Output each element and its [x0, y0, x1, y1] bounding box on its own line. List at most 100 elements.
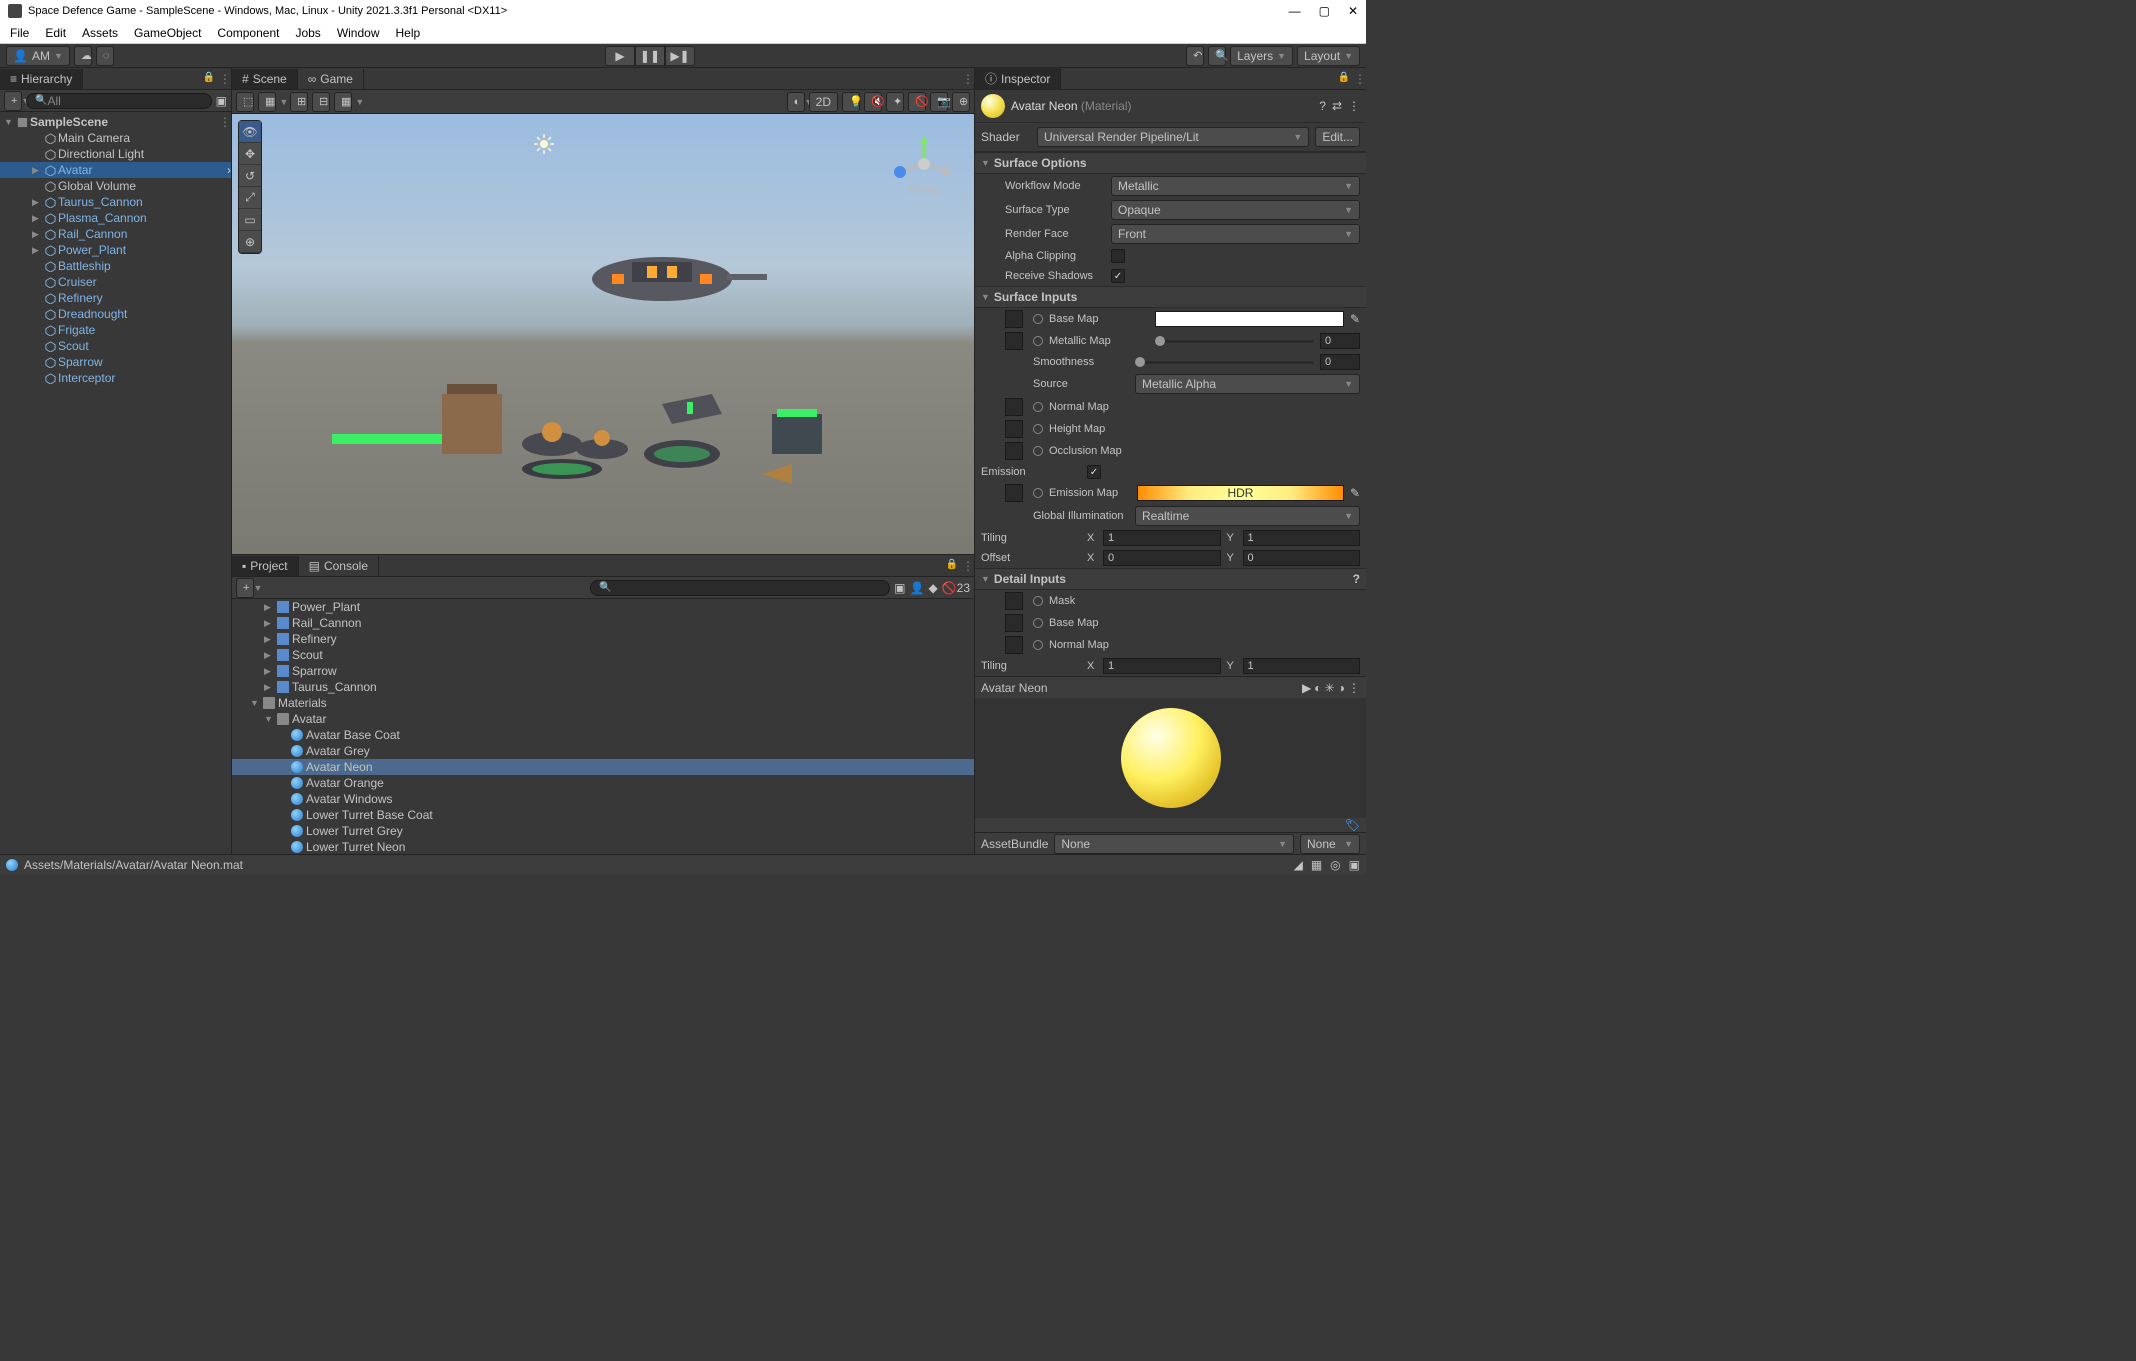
emission-checkbox[interactable] [1087, 465, 1101, 479]
section-surface-inputs[interactable]: ▼Surface Inputs [975, 286, 1366, 308]
picker-icon[interactable] [1033, 640, 1043, 650]
preview-light-icon[interactable]: ✳ [1325, 681, 1335, 695]
hierarchy-item[interactable]: ▶Plasma_Cannon [0, 210, 231, 226]
create-dropdown[interactable]: +▼ [236, 578, 254, 598]
gizmos-button[interactable]: ⊕▼ [952, 92, 970, 112]
hierarchy-item[interactable]: ▶Taurus_Cannon [0, 194, 231, 210]
shader-dropdown[interactable]: Universal Render Pipeline/Lit▼ [1037, 127, 1309, 147]
status-icon-1[interactable]: ◢ [1294, 858, 1303, 872]
smoothness-value[interactable]: 0 [1320, 354, 1360, 370]
pause-button[interactable]: ❚❚ [635, 46, 665, 66]
tag-icon[interactable]: 🏷 [1345, 818, 1360, 832]
visibility-toggle[interactable]: 🚫 [908, 92, 926, 112]
minimize-button[interactable]: — [1289, 4, 1301, 18]
camera-button[interactable]: 📷▼ [930, 92, 948, 112]
emission-map-slot[interactable] [1005, 484, 1023, 502]
menu-gameobject[interactable]: GameObject [128, 24, 207, 42]
tab-hierarchy[interactable]: ≡Hierarchy [0, 69, 83, 89]
search-options-icon[interactable]: ▣ [216, 94, 227, 108]
metallic-slider[interactable] [1155, 340, 1314, 343]
normal-map-slot[interactable] [1005, 398, 1023, 416]
tab-project[interactable]: ▪Project [232, 556, 299, 576]
assetbundle-variant-dropdown[interactable]: None▼ [1300, 834, 1360, 854]
panel-menu-icon[interactable]: ⋮ [219, 72, 231, 86]
tab-inspector[interactable]: ⓘInspector [975, 67, 1061, 90]
lighting-toggle[interactable]: 💡 [842, 92, 860, 112]
project-item[interactable]: ▶Power_Plant [232, 599, 974, 615]
picker-icon[interactable] [1033, 402, 1043, 412]
detail-normal-map-slot[interactable] [1005, 636, 1023, 654]
occlusion-map-slot[interactable] [1005, 442, 1023, 460]
hierarchy-scene-row[interactable]: ▼SampleScene⋮ [0, 114, 231, 130]
account-button[interactable]: 👤AM▼ [6, 46, 70, 66]
search-button[interactable]: 🔍 [1208, 46, 1226, 66]
project-search[interactable]: 🔍 [590, 580, 890, 596]
project-item[interactable]: ▼Avatar [232, 711, 974, 727]
detail-tiling-x[interactable]: 1 [1103, 658, 1221, 674]
project-item[interactable]: Avatar Neon [232, 759, 974, 775]
section-surface-options[interactable]: ▼Surface Options [975, 152, 1366, 174]
snap-inc-button[interactable]: ⊟▼ [312, 92, 330, 112]
preview-play-icon[interactable]: ▶ [1302, 681, 1311, 695]
search-by-type-icon[interactable]: ▣ [894, 581, 905, 595]
menu-jobs[interactable]: Jobs [289, 24, 326, 42]
tab-game[interactable]: ∞Game [298, 69, 364, 89]
project-item[interactable]: Avatar Orange [232, 775, 974, 791]
project-item[interactable]: ▶Sparrow [232, 663, 974, 679]
close-button[interactable]: ✕ [1348, 4, 1358, 18]
hierarchy-item[interactable]: Cruiser [0, 274, 231, 290]
assetbundle-dropdown[interactable]: None▼ [1054, 834, 1294, 854]
metallic-map-slot[interactable] [1005, 332, 1023, 350]
base-map-slot[interactable] [1005, 310, 1023, 328]
tab-console[interactable]: ▤Console [299, 556, 379, 576]
orientation-gizmo[interactable]: Persp [892, 132, 956, 196]
picker-icon[interactable] [1033, 336, 1043, 346]
hierarchy-item[interactable]: ▶Avatar› [0, 162, 231, 178]
hierarchy-item[interactable]: Dreadnought [0, 306, 231, 322]
menu-icon[interactable]: ⋮ [1348, 99, 1360, 113]
help-icon[interactable]: ? [1353, 572, 1360, 586]
tool-dropdown[interactable]: ⬚▼ [236, 92, 254, 112]
receive-shadows-checkbox[interactable] [1111, 269, 1125, 283]
grid-button[interactable]: ▦▼ [334, 92, 352, 112]
panel-menu-icon[interactable]: ⋮ [962, 72, 974, 86]
project-item[interactable]: Avatar Base Coat [232, 727, 974, 743]
mask-slot[interactable] [1005, 592, 1023, 610]
fx-toggle[interactable]: ✦▼ [886, 92, 904, 112]
draw-mode-button[interactable]: ◐▼ [787, 92, 805, 112]
project-item[interactable]: Avatar Windows [232, 791, 974, 807]
base-map-color[interactable] [1155, 311, 1344, 327]
undo-button[interactable]: ↶ [1186, 46, 1204, 66]
undo-history-button[interactable]: ◌ [96, 46, 114, 66]
create-dropdown[interactable]: +▼ [4, 91, 22, 111]
hierarchy-item[interactable]: Refinery [0, 290, 231, 306]
project-item[interactable]: ▶Taurus_Cannon [232, 679, 974, 695]
tiling-x[interactable]: 1 [1103, 530, 1221, 546]
hierarchy-item[interactable]: Directional Light [0, 146, 231, 162]
move-tool[interactable]: ✥ [239, 143, 261, 165]
hidden-count-icon[interactable]: 🚫23 [942, 581, 970, 595]
detail-base-map-slot[interactable] [1005, 614, 1023, 632]
project-item[interactable]: Lower Turret Neon [232, 839, 974, 854]
picker-icon[interactable] [1033, 424, 1043, 434]
hierarchy-item[interactable]: ▶Rail_Cannon [0, 226, 231, 242]
project-item[interactable]: ▶Scout [232, 647, 974, 663]
picker-icon[interactable] [1033, 596, 1043, 606]
menu-file[interactable]: File [4, 24, 35, 42]
transform-tool[interactable]: ⊕ [239, 231, 261, 253]
menu-edit[interactable]: Edit [39, 24, 72, 42]
picker-icon[interactable] [1033, 446, 1043, 456]
preset-icon[interactable]: ⇄ [1332, 99, 1342, 113]
preview-menu-icon[interactable]: ⋮ [1348, 681, 1360, 695]
menu-assets[interactable]: Assets [76, 24, 124, 42]
render-face-dropdown[interactable]: Front▼ [1111, 224, 1360, 244]
pivot-button[interactable]: ▦▼ [258, 92, 276, 112]
picker-icon[interactable] [1033, 618, 1043, 628]
search-by-label-icon[interactable]: 👤 [910, 581, 925, 595]
lock-icon[interactable]: 🔒 [946, 559, 958, 573]
play-button[interactable]: ▶ [605, 46, 635, 66]
source-dropdown[interactable]: Metallic Alpha▼ [1135, 374, 1360, 394]
maximize-button[interactable]: ▢ [1319, 4, 1330, 18]
grid-snap-button[interactable]: ⊞▼ [290, 92, 308, 112]
menu-component[interactable]: Component [211, 24, 285, 42]
